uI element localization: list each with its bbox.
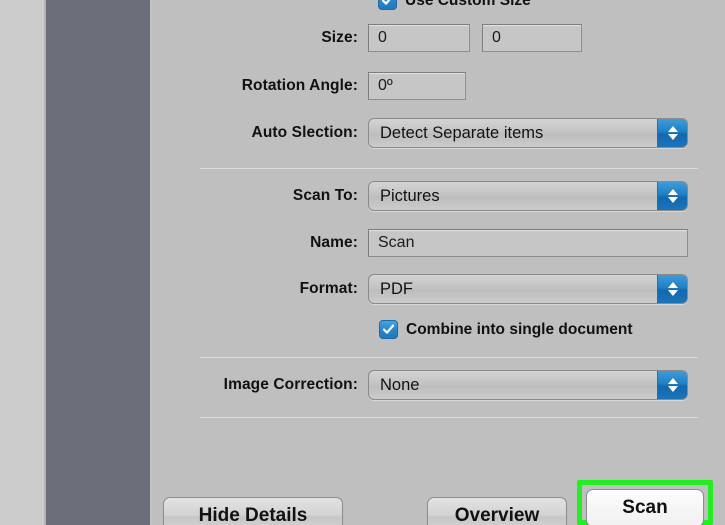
checkmark-icon xyxy=(381,0,391,5)
scan-to-dropdown-button[interactable] xyxy=(657,182,687,210)
scan-preview-panel[interactable] xyxy=(46,0,150,525)
scan-to-row: Scan To: Pictures xyxy=(152,181,688,211)
window-left-margin xyxy=(0,0,44,525)
rotation-angle-input[interactable]: 0º xyxy=(368,72,466,100)
rotation-angle-label: Rotation Angle: xyxy=(241,77,358,94)
name-value: Scan xyxy=(378,234,415,251)
auto-selection-row: Auto Slection: Detect Separate items xyxy=(152,118,688,148)
overview-button[interactable]: Overview xyxy=(427,497,567,525)
name-label: Name: xyxy=(310,234,358,251)
size-height-input[interactable]: 0 xyxy=(482,24,582,52)
chevron-up-down-icon xyxy=(667,378,678,392)
combine-single-document-row[interactable]: Combine into single document xyxy=(379,320,632,339)
image-correction-row: Image Correction: None xyxy=(152,370,688,400)
separator-bottom xyxy=(200,417,698,418)
chevron-up-down-icon xyxy=(667,282,678,296)
name-row: Name: Scan xyxy=(152,229,688,257)
hide-details-button[interactable]: Hide Details xyxy=(163,497,343,525)
image-correction-combobox[interactable]: None xyxy=(368,370,688,400)
format-row: Format: PDF xyxy=(152,274,688,304)
size-row: Size: 0 0 xyxy=(152,24,582,52)
scan-label: Scan xyxy=(622,497,668,518)
auto-selection-combobox[interactable]: Detect Separate items xyxy=(368,118,688,148)
format-label: Format: xyxy=(299,280,358,297)
combine-single-document-checkbox[interactable] xyxy=(379,320,398,339)
use-custom-size-label: Use Custom Size xyxy=(405,0,531,9)
rotation-angle-value: 0º xyxy=(378,77,393,94)
scan-to-label: Scan To: xyxy=(292,187,358,204)
use-custom-size-checkbox[interactable] xyxy=(378,0,397,10)
image-correction-value: None xyxy=(380,375,420,394)
combine-single-document-label: Combine into single document xyxy=(406,320,633,338)
rotation-angle-row: Rotation Angle: 0º xyxy=(152,72,466,100)
chevron-up-down-icon xyxy=(667,189,678,203)
size-height-value: 0 xyxy=(492,29,501,46)
scan-to-combobox[interactable]: Pictures xyxy=(368,181,688,211)
chevron-up-down-icon xyxy=(667,126,678,140)
scanner-settings-window: Use Custom Size Size: 0 0 Rotation Angle… xyxy=(0,0,725,525)
auto-selection-label: Auto Slection: xyxy=(251,124,358,141)
use-custom-size-row[interactable]: Use Custom Size xyxy=(378,0,531,10)
image-correction-dropdown-button[interactable] xyxy=(657,371,687,399)
scan-to-value: Pictures xyxy=(380,186,440,205)
auto-selection-value: Detect Separate items xyxy=(380,123,544,142)
settings-panel: Use Custom Size Size: 0 0 Rotation Angle… xyxy=(152,0,725,525)
hide-details-label: Hide Details xyxy=(198,505,308,525)
format-value: PDF xyxy=(380,279,413,298)
auto-selection-dropdown-button[interactable] xyxy=(657,119,687,147)
name-input[interactable]: Scan xyxy=(368,229,688,257)
size-label: Size: xyxy=(321,29,358,46)
image-correction-label: Image Correction: xyxy=(223,376,358,393)
overview-label: Overview xyxy=(454,505,540,525)
separator-top xyxy=(200,168,698,169)
format-combobox[interactable]: PDF xyxy=(368,274,688,304)
format-dropdown-button[interactable] xyxy=(657,275,687,303)
size-width-value: 0 xyxy=(378,29,387,46)
separator-middle xyxy=(200,357,698,358)
scan-button[interactable]: Scan xyxy=(586,489,704,525)
size-width-input[interactable]: 0 xyxy=(368,24,470,52)
checkmark-icon xyxy=(382,324,395,334)
